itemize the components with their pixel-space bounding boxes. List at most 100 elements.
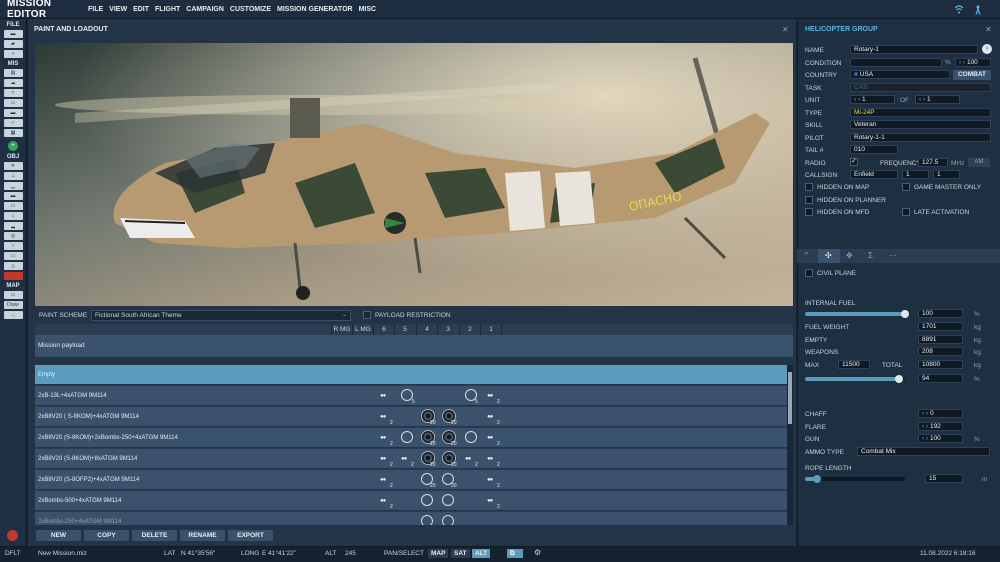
- briefing-icon[interactable]: ▬: [3, 109, 23, 117]
- export-button[interactable]: EXPORT: [228, 530, 273, 541]
- wifi-icon[interactable]: [954, 5, 964, 14]
- tab-summary-icon[interactable]: Σ: [868, 251, 873, 260]
- close-icon[interactable]: ✕: [782, 25, 789, 34]
- settings-gear-icon[interactable]: ⚙: [534, 548, 541, 557]
- warehouse-icon[interactable]: ⌂: [3, 212, 23, 220]
- menu-flight[interactable]: FLIGHT: [155, 6, 180, 13]
- combat-button[interactable]: COMBAT: [953, 70, 991, 80]
- list-item[interactable]: 2xB8V20 (S-8OFP2)+4xATGM 9M114 ●● 2 20 2…: [35, 470, 787, 490]
- mission-payload-row[interactable]: [35, 335, 793, 357]
- hidden-on-planner-checkbox[interactable]: [805, 196, 813, 204]
- name-field[interactable]: Rotary-1: [850, 45, 978, 54]
- check-icon[interactable]: ✓: [3, 119, 23, 127]
- copy-button[interactable]: COPY: [84, 530, 129, 541]
- add-unit-icon[interactable]: +: [8, 141, 18, 151]
- resource-icon[interactable]: ▦: [3, 129, 23, 137]
- zone-icon[interactable]: ▭: [3, 252, 23, 260]
- rename-button[interactable]: RENAME: [180, 530, 225, 541]
- hidden-on-map-checkbox[interactable]: [805, 183, 813, 191]
- condition-field[interactable]: ‹ › 100: [955, 58, 991, 67]
- slider-knob[interactable]: [901, 310, 909, 318]
- airplane-icon[interactable]: ✈: [3, 162, 23, 170]
- menu-misc[interactable]: MISC: [359, 6, 377, 13]
- vehicle-icon[interactable]: ▬: [3, 192, 23, 200]
- save-icon[interactable]: ▪: [3, 50, 23, 58]
- delete-unit-icon[interactable]: [3, 272, 23, 280]
- menu-edit[interactable]: EDIT: [133, 6, 149, 13]
- slider-knob[interactable]: [813, 475, 821, 483]
- callsign-number-2[interactable]: 1: [933, 170, 960, 179]
- close-icon[interactable]: ✕: [985, 25, 992, 34]
- menu-mission-generator[interactable]: MISSION GENERATOR: [277, 6, 353, 13]
- map-view-button[interactable]: MAP: [428, 549, 449, 558]
- static-icon[interactable]: ▭: [3, 202, 23, 210]
- internal-fuel-field[interactable]: 100: [918, 309, 963, 318]
- goals-icon[interactable]: ▭: [3, 99, 23, 107]
- antenna-icon[interactable]: [974, 5, 982, 15]
- list-item[interactable]: 2xB8V20 (S-8KOM)+2xBombs-250+4xATGM 9M11…: [35, 428, 787, 448]
- list-item[interactable]: 2xB8V20 ( S-8KOM)+4xATGM 9M114 ●● 2 20 2…: [35, 407, 787, 427]
- menu-customize[interactable]: CUSTOMIZE: [230, 6, 271, 13]
- map-options-icon[interactable]: ▭: [3, 291, 23, 299]
- rope-length-field[interactable]: 15: [925, 474, 963, 483]
- game-master-only-checkbox[interactable]: [902, 183, 910, 191]
- paint-scheme-select[interactable]: Fictional South African Theme: [91, 310, 351, 321]
- condition-slider[interactable]: [850, 58, 942, 67]
- ground-unit-icon[interactable]: ▂: [3, 222, 23, 230]
- record-icon[interactable]: [7, 530, 18, 541]
- sat-view-button[interactable]: SAT: [451, 549, 470, 558]
- alt-view-button[interactable]: ALT: [472, 549, 491, 558]
- menu-view[interactable]: VIEW: [109, 6, 127, 13]
- country-select[interactable]: ■ USA: [850, 70, 950, 79]
- trigger-icon[interactable]: ≈: [3, 89, 23, 97]
- tail-field[interactable]: 010: [850, 145, 898, 154]
- open-folder-icon[interactable]: ▰: [3, 40, 23, 48]
- new-button[interactable]: NEW: [36, 530, 81, 541]
- list-item[interactable]: Empty: [35, 365, 787, 385]
- target-icon[interactable]: ◎: [3, 232, 23, 240]
- tab-route-icon[interactable]: ⌃: [803, 251, 810, 260]
- radius-icon[interactable]: ○: [3, 242, 23, 250]
- skill-select[interactable]: Veteran: [850, 120, 991, 129]
- view-layout-icon[interactable]: ⧉: [507, 549, 523, 558]
- ruler-icon[interactable]: ↔: [3, 311, 23, 319]
- task-select[interactable]: CAS: [850, 83, 991, 92]
- gun-field[interactable]: ‹ › 100: [918, 434, 963, 443]
- list-item[interactable]: 2xB8V20 (S-8KOM)+8xATGM 9M114 ●● 2 ●● 2 …: [35, 449, 787, 469]
- menu-file[interactable]: FILE: [88, 6, 103, 13]
- ammo-type-select[interactable]: Combat Mix: [857, 447, 990, 456]
- tab-more-icon[interactable]: ···: [889, 251, 897, 260]
- delete-button[interactable]: DELETE: [132, 530, 177, 541]
- tab-loadout-icon[interactable]: ✣: [825, 251, 832, 260]
- new-file-icon[interactable]: ▬: [3, 30, 23, 38]
- type-select[interactable]: Mi-24P: [850, 108, 991, 117]
- flare-field[interactable]: ‹ › 192: [918, 422, 963, 431]
- next-group-icon[interactable]: ›: [982, 44, 992, 54]
- list-item[interactable]: 2xB-13L+4xATGM 9M114 ●● 5 5 ●● 2: [35, 386, 787, 406]
- chaff-field[interactable]: ‹ › 0: [918, 409, 963, 418]
- mission-info-icon[interactable]: ▤: [3, 69, 23, 77]
- late-activation-checkbox[interactable]: [902, 208, 910, 216]
- pan-select-label[interactable]: PAN/SELECT: [384, 550, 424, 557]
- list-item[interactable]: 2xBombs-250+4xATGM 9M114: [35, 512, 787, 525]
- helicopter-icon[interactable]: ⊥: [3, 172, 23, 180]
- pilot-field[interactable]: Rotary-1-1: [850, 133, 991, 142]
- ship-icon[interactable]: ▁: [3, 182, 23, 190]
- radio-checkbox[interactable]: [850, 157, 858, 166]
- unit-field[interactable]: ‹ › 1: [850, 95, 895, 104]
- civil-plane-checkbox[interactable]: [805, 269, 813, 277]
- frequency-field[interactable]: 127.5: [918, 158, 948, 167]
- draw-button[interactable]: Draw: [3, 301, 23, 309]
- hidden-on-mfd-checkbox[interactable]: [805, 208, 813, 216]
- menu-campaign[interactable]: CAMPAIGN: [186, 6, 224, 13]
- weather-icon[interactable]: ☁: [3, 79, 23, 87]
- shapes-icon[interactable]: △: [3, 262, 23, 270]
- callsign-select[interactable]: Enfield: [850, 170, 898, 179]
- payload-restriction-checkbox[interactable]: [363, 311, 371, 319]
- scrollbar-thumb[interactable]: [788, 372, 792, 424]
- tab-tasks-icon[interactable]: ✥: [846, 251, 853, 260]
- modulation-select[interactable]: AM: [968, 158, 990, 167]
- list-item[interactable]: 2xBombs-500+4xATGM 9M114 ●● 2 ●● 2: [35, 491, 787, 511]
- callsign-number-1[interactable]: 1: [902, 170, 929, 179]
- of-field[interactable]: ‹ › 1: [915, 95, 960, 104]
